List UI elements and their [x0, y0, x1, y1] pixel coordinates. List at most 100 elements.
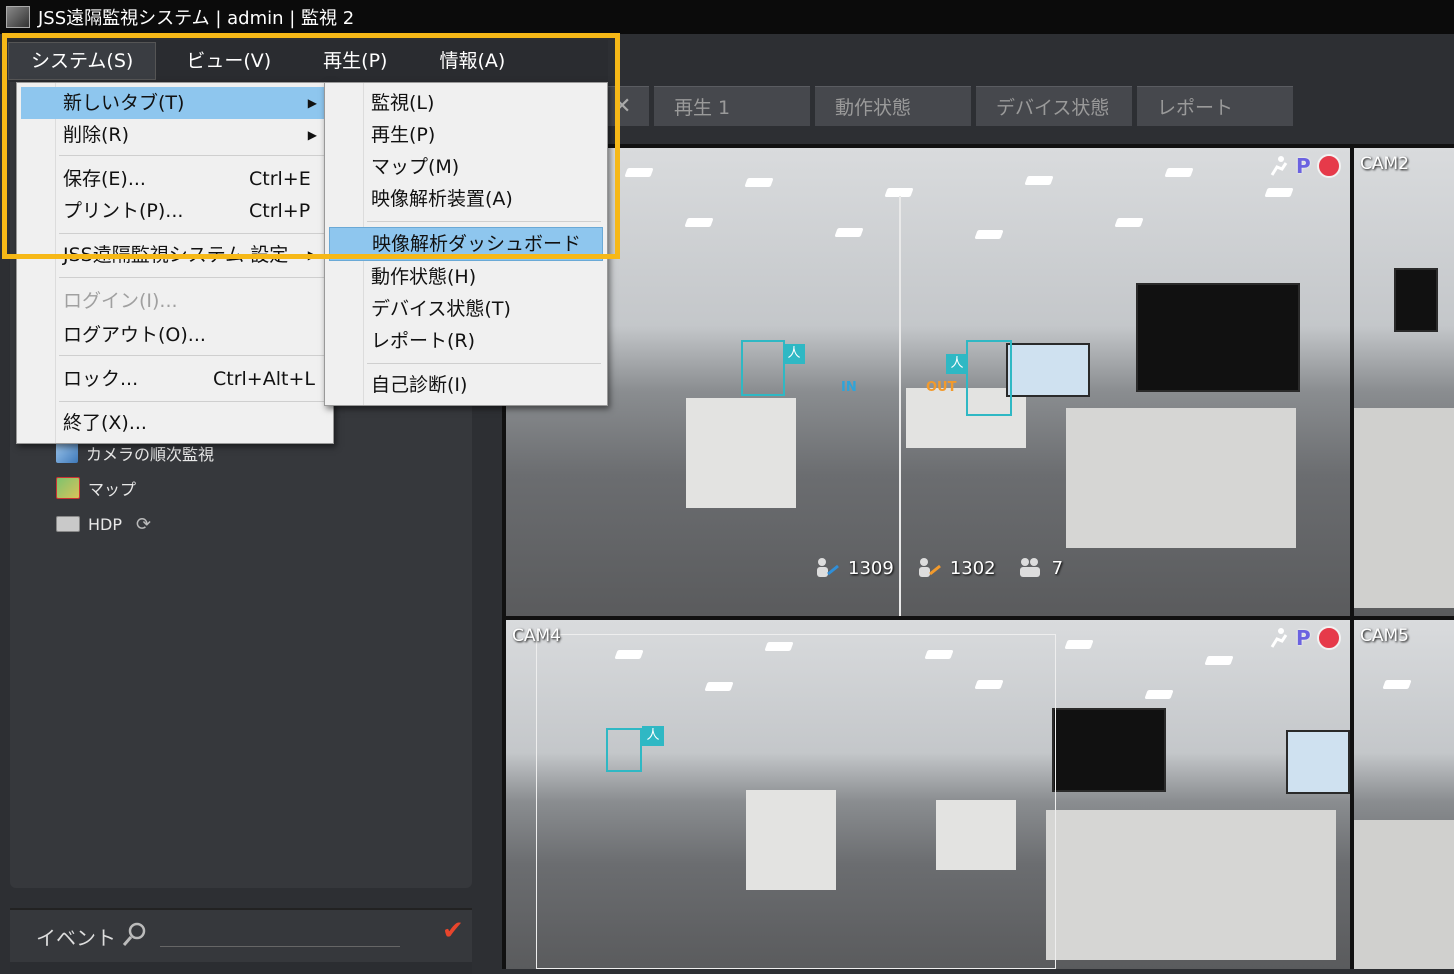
tab-label: 動作状態 — [835, 97, 912, 119]
menu-item-save[interactable]: 保存(E)... Ctrl+E — [21, 163, 327, 195]
record-indicator-icon — [1316, 626, 1341, 650]
submenu-arrow-icon: ▶ — [307, 128, 317, 142]
submenu-item-self-diagnosis[interactable]: 自己診断(I) — [329, 369, 601, 401]
video-grid: 人 人 IN OUT P 1309 1302 7 CAM2 人 CAM4 P C… — [502, 144, 1454, 969]
menu-item-label: 削除(R) — [63, 124, 130, 146]
camera-label: CAM2 — [1360, 154, 1409, 174]
menu-item-label: ロック... — [63, 368, 139, 390]
menu-item-new-tab[interactable]: 新しいタブ(T) ▶ — [21, 87, 327, 119]
menu-playback[interactable]: 再生(P) — [301, 43, 409, 79]
tab-playback[interactable]: 再生 1 — [654, 86, 810, 126]
occupancy-icon — [1019, 558, 1040, 577]
menu-separator — [59, 401, 325, 402]
detection-tag: 人 — [642, 726, 664, 746]
counter-in: 1309 — [848, 557, 894, 579]
tab-report[interactable]: レポート — [1137, 86, 1293, 126]
menu-item-label: JSS遠隔監視システム 設定 — [63, 244, 289, 266]
menu-item-label: ログアウト(O)... — [63, 324, 206, 346]
menu-info[interactable]: 情報(A) — [417, 43, 527, 79]
menu-item-shortcut: Ctrl+P — [249, 200, 311, 222]
people-counters: 1309 1302 7 — [812, 556, 1083, 580]
tree-item-hdp[interactable]: HDP ⟳ — [56, 511, 151, 537]
tab-label: レポート — [1157, 97, 1234, 119]
tab-label: デバイス状態 — [996, 97, 1110, 119]
camera-status-badges: P — [1266, 154, 1341, 178]
collapse-chevron-icon[interactable]: ✔ — [442, 916, 464, 946]
detection-area — [536, 634, 1056, 969]
submenu-arrow-icon: ▶ — [307, 96, 317, 110]
tab-operation-status[interactable]: 動作状態 — [815, 86, 971, 126]
map-icon — [56, 477, 80, 499]
menu-item-print[interactable]: プリント(P)... Ctrl+P — [21, 195, 327, 227]
tree-item-label: マップ — [88, 480, 137, 499]
line-out-label: OUT — [926, 380, 957, 395]
event-panel: イベント ✔ — [10, 908, 472, 974]
camera-status-badges: P — [1266, 626, 1341, 650]
people-out-icon — [918, 558, 941, 577]
submenu-item-video-analytics-device[interactable]: 映像解析装置(A) — [329, 183, 601, 215]
detection-box — [741, 340, 785, 396]
event-panel-label: イベント — [36, 926, 116, 950]
tab-close[interactable]: ✕ — [605, 86, 649, 126]
tab-strip: ✕ 再生 1 動作状態 デバイス状態 レポート — [605, 86, 1454, 130]
menu-view[interactable]: ビュー(V) — [164, 43, 293, 79]
window-titlebar: JSS遠隔監視システム | admin | 監視 2 — [0, 0, 1454, 34]
hdp-device-icon — [56, 516, 80, 532]
menu-item-exit[interactable]: 終了(X)... — [21, 407, 327, 439]
menu-item-logout[interactable]: ログアウト(O)... — [21, 319, 327, 351]
submenu-item-report[interactable]: レポート(R) — [329, 325, 601, 357]
refresh-icon[interactable]: ⟳ — [136, 514, 151, 535]
menu-item-label: デバイス状態(T) — [371, 298, 511, 320]
detection-tag: 人 — [783, 344, 805, 364]
people-in-icon — [817, 558, 839, 577]
menu-item-login[interactable]: ログイン(I)... — [21, 285, 327, 317]
tab-device-status[interactable]: デバイス状態 — [976, 86, 1132, 126]
line-in-label: IN — [841, 380, 857, 395]
camera-label: CAM5 — [1360, 626, 1409, 646]
menu-separator — [367, 363, 601, 364]
menu-item-label: マップ(M) — [371, 156, 460, 178]
close-icon[interactable]: ✕ — [613, 94, 631, 119]
submenu-item-device-status[interactable]: デバイス状態(T) — [329, 293, 601, 325]
menu-separator — [367, 221, 601, 222]
menu-item-settings[interactable]: JSS遠隔監視システム 設定 ▶ — [21, 239, 327, 271]
menu-item-label: 保存(E)... — [63, 168, 146, 190]
submenu-arrow-icon: ▶ — [307, 248, 317, 262]
menu-system[interactable]: システム(S) — [8, 42, 157, 80]
camera-view-cam2[interactable]: CAM2 — [1354, 148, 1454, 616]
camera-view-cam5[interactable]: CAM5 — [1354, 620, 1454, 969]
counter-out: 1302 — [949, 557, 996, 579]
camera-view-main[interactable]: 人 人 IN OUT P 1309 1302 7 — [506, 148, 1350, 616]
search-underline — [160, 946, 400, 947]
menubar: システム(S) ビュー(V) 再生(P) 情報(A) — [8, 40, 608, 82]
tree-item-label: HDP — [88, 514, 122, 534]
menu-item-shortcut: Ctrl+E — [249, 168, 311, 190]
counter-occupancy: 7 — [1051, 557, 1064, 579]
motion-detect-icon — [1270, 628, 1288, 648]
motion-detect-icon — [1270, 156, 1288, 176]
submenu-item-video-analytics-dashboard[interactable]: 映像解析ダッシュボード — [329, 227, 603, 261]
search-icon[interactable] — [120, 920, 150, 950]
menu-item-label: 終了(X)... — [63, 412, 147, 434]
submenu-item-map[interactable]: マップ(M) — [329, 151, 601, 183]
app-icon — [6, 6, 30, 28]
menu-item-label: 映像解析装置(A) — [371, 188, 513, 210]
menu-item-shortcut: Ctrl+Alt+L — [213, 368, 315, 390]
detection-tag: 人 — [946, 354, 968, 374]
new-tab-submenu: 監視(L) 再生(P) マップ(M) 映像解析装置(A) 映像解析ダッシュボード… — [324, 82, 608, 406]
menu-separator — [59, 277, 325, 278]
menu-separator — [59, 355, 325, 356]
window-title: JSS遠隔監視システム | admin | 監視 2 — [38, 8, 355, 29]
menu-item-label: 動作状態(H) — [371, 266, 477, 288]
menu-item-delete[interactable]: 削除(R) ▶ — [21, 119, 327, 151]
camera-view-cam4[interactable]: 人 CAM4 P — [506, 620, 1350, 969]
submenu-item-playback[interactable]: 再生(P) — [329, 119, 601, 151]
menu-item-label: 監視(L) — [371, 92, 435, 114]
tree-item-map[interactable]: マップ — [56, 475, 136, 501]
detection-box — [966, 340, 1012, 416]
system-menu-dropdown: 新しいタブ(T) ▶ 削除(R) ▶ 保存(E)... Ctrl+E プリント(… — [16, 82, 334, 444]
record-indicator-icon — [1316, 154, 1341, 178]
submenu-item-monitor[interactable]: 監視(L) — [329, 87, 601, 119]
submenu-item-operation-status[interactable]: 動作状態(H) — [329, 261, 601, 293]
menu-item-lock[interactable]: ロック... Ctrl+Alt+L — [21, 363, 327, 395]
